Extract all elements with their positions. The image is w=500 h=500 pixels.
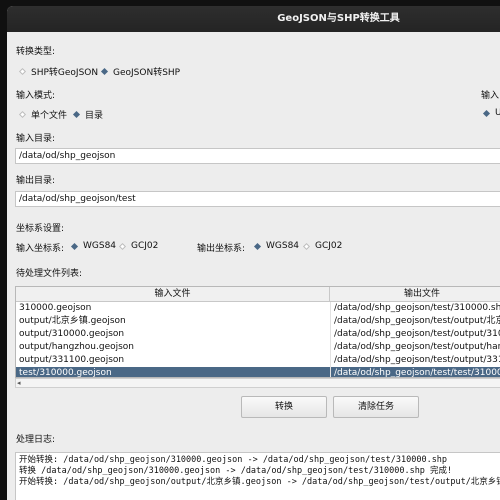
radio-on-icon: [483, 110, 490, 117]
file-list-table[interactable]: 输入文件 输出文件 310000.geojson /data/od/shp_ge…: [15, 286, 500, 378]
table-row[interactable]: output/北京乡镇.geojson /data/od/shp_geojson…: [16, 315, 500, 328]
radio-off-icon: [19, 68, 26, 75]
log-line: 开始转换: /data/od/shp_geojson/310000.geojso…: [19, 455, 448, 465]
radio-output-gcj02[interactable]: GCJ02: [303, 241, 342, 251]
radio-off-icon: [119, 243, 126, 250]
radio-single-file[interactable]: 单个文件: [19, 108, 67, 121]
radio-off-icon: [303, 243, 310, 250]
radio-on-icon: [73, 111, 80, 118]
table-row[interactable]: output/310000.geojson /data/od/shp_geojs…: [16, 328, 500, 341]
horizontal-scrollbar[interactable]: ◂: [15, 378, 500, 388]
table-row[interactable]: output/hangzhou.geojson /data/od/shp_geo…: [16, 341, 500, 354]
column-header-output[interactable]: 输出文件: [330, 287, 500, 301]
clear-tasks-button[interactable]: 清除任务: [333, 396, 419, 418]
convert-button[interactable]: 转换: [241, 396, 327, 418]
conversion-type-label: 转换类型:: [16, 47, 56, 57]
log-output[interactable]: 开始转换: /data/od/shp_geojson/310000.geojso…: [15, 452, 500, 500]
radio-off-icon: [19, 111, 26, 118]
title-bar[interactable]: GeoJSON与SHP转换工具: [7, 6, 500, 32]
radio-input-wgs84[interactable]: WGS84: [71, 241, 116, 251]
radio-on-icon: [101, 68, 108, 75]
radio-output-wgs84[interactable]: WGS84: [254, 241, 299, 251]
output-dir-label: 输出目录:: [16, 176, 56, 186]
radio-on-icon: [71, 243, 78, 250]
input-dir-label: 输入目录:: [16, 134, 56, 144]
crs-settings-label: 坐标系设置:: [16, 224, 65, 234]
input-dir-field[interactable]: /data/od/shp_geojson: [15, 148, 500, 164]
log-line: 开始转换: /data/od/shp_geojson/output/北京乡镇.g…: [19, 477, 500, 487]
output-dir-field[interactable]: /data/od/shp_geojson/test: [15, 191, 500, 207]
left-arrow-icon[interactable]: ◂: [17, 379, 21, 387]
radio-directory[interactable]: 目录: [73, 108, 103, 121]
input-crs-label: 输入坐标系:: [16, 244, 65, 254]
output-crs-label: 输出坐标系:: [197, 244, 246, 254]
file-list-label: 待处理文件列表:: [16, 269, 83, 279]
log-label: 处理日志:: [16, 435, 56, 445]
radio-shp-to-geojson[interactable]: SHP转GeoJSON: [19, 65, 98, 78]
radio-input-gcj02[interactable]: GCJ02: [119, 241, 158, 251]
radio-geojson-to-shp[interactable]: GeoJSON转SHP: [101, 65, 180, 78]
input-type-label-clipped: 输入: [481, 91, 500, 101]
table-row-selected[interactable]: test/310000.geojson /data/od/shp_geojson…: [16, 367, 500, 377]
log-line: 转换 /data/od/shp_geojson/310000.geojson -…: [19, 466, 453, 476]
table-row[interactable]: 310000.geojson /data/od/shp_geojson/test…: [16, 302, 500, 315]
main-window: GeoJSON与SHP转换工具 转换类型: SHP转GeoJSON GeoJSO…: [7, 6, 500, 500]
radio-on-icon: [254, 243, 261, 250]
input-mode-label: 输入模式:: [16, 91, 56, 101]
window-title: GeoJSON与SHP转换工具: [277, 13, 400, 24]
column-header-input[interactable]: 输入文件: [16, 287, 330, 301]
table-row[interactable]: output/331100.geojson /data/od/shp_geojs…: [16, 354, 500, 367]
radio-clipped-option[interactable]: U: [483, 108, 500, 118]
table-header: 输入文件 输出文件: [16, 287, 500, 302]
